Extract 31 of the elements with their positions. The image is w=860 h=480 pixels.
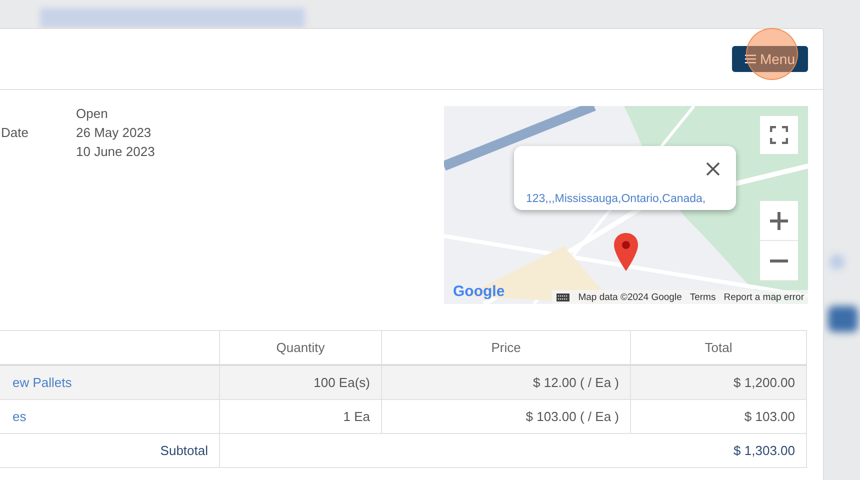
detail-value: Open bbox=[76, 106, 108, 122]
table-cell: $ 103.00 bbox=[630, 400, 806, 434]
item-link[interactable]: es bbox=[2, 409, 26, 424]
report-link[interactable]: Report a map error bbox=[724, 292, 804, 302]
summary-label: Subtotal bbox=[0, 434, 220, 468]
plus-icon bbox=[770, 212, 788, 230]
close-icon[interactable] bbox=[706, 162, 720, 176]
detail-label: Date bbox=[1, 125, 28, 140]
summary-value: $ 1,303.00 bbox=[220, 434, 806, 468]
table-cell: $ 12.00 ( / Ea ) bbox=[382, 365, 630, 400]
blurred-background-shape bbox=[828, 306, 858, 332]
menu-icon bbox=[744, 54, 756, 64]
map-data-text: Map data ©2024 Google bbox=[578, 292, 682, 302]
blurred-background-shape bbox=[830, 255, 844, 269]
table-cell: $ 1,200.00 bbox=[630, 365, 806, 400]
table-cell: $ 103.00 ( / Ea ) bbox=[382, 400, 630, 434]
item-link[interactable]: ew Pallets bbox=[2, 375, 72, 390]
map-logo: Google bbox=[453, 283, 505, 300]
detail-value: 26 May 2023 bbox=[76, 125, 152, 141]
table-row[interactable]: es 1 Ea $ 103.00 ( / Ea ) $ 103.00 bbox=[0, 400, 806, 434]
address-link[interactable]: 123,,,Mississauga,Ontario,Canada, bbox=[526, 193, 706, 205]
fullscreen-button[interactable] bbox=[760, 116, 798, 154]
fullscreen-icon bbox=[770, 126, 788, 144]
table-cell: 1 Ea bbox=[220, 400, 382, 434]
minus-icon bbox=[770, 258, 788, 262]
keyboard-icon[interactable] bbox=[556, 292, 570, 302]
map-pin-icon bbox=[613, 232, 639, 272]
table-row[interactable]: ew Pallets 100 Ea(s) $ 12.00 ( / Ea ) $ 1,200.00 bbox=[0, 365, 806, 400]
terms-link[interactable]: Terms bbox=[690, 292, 716, 302]
detail-value: 10 June 2023 bbox=[76, 144, 155, 160]
table-cell: 100 Ea(s) bbox=[220, 365, 382, 400]
